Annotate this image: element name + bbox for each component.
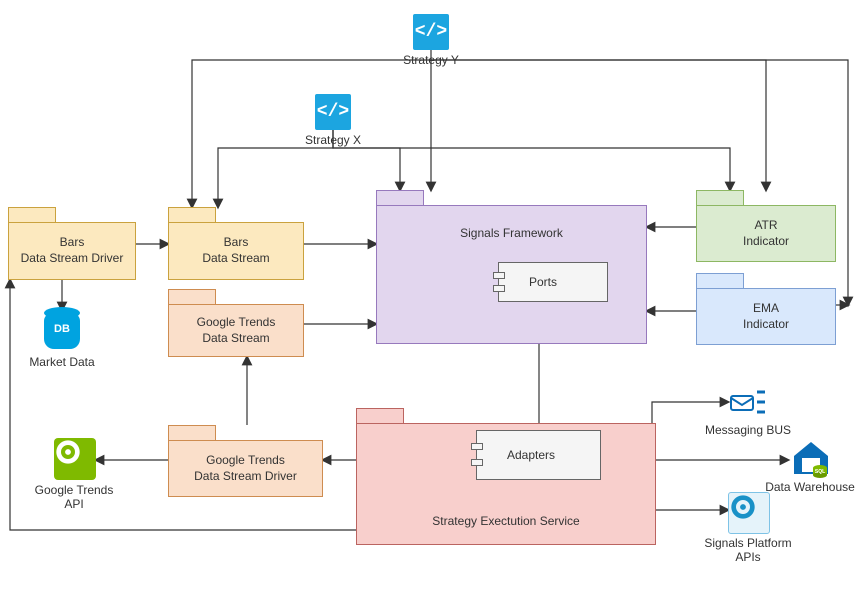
- atr-folder: ATR Indicator: [696, 190, 836, 262]
- gt-stream-folder: Google Trends Data Stream: [168, 289, 304, 357]
- code-icon: </>: [315, 94, 351, 130]
- api-icon: [54, 438, 96, 480]
- svg-text:SQL: SQL: [815, 469, 825, 475]
- gt-api-label: Google Trends API: [14, 483, 134, 511]
- adapters-label: Adapters: [507, 448, 555, 462]
- bars-driver-folder: Bars Data Stream Driver: [8, 207, 136, 280]
- market-data-label: Market Data: [2, 355, 122, 369]
- api-icon: [728, 492, 770, 534]
- gt-driver-folder: Google Trends Data Stream Driver: [168, 425, 323, 497]
- strategy-y-label: Strategy Y: [371, 53, 491, 67]
- bars-stream-folder: Bars Data Stream: [168, 207, 304, 280]
- ema-folder: EMA Indicator: [696, 273, 836, 345]
- strategy-x-label: Strategy X: [273, 133, 393, 147]
- messaging-icon: [728, 382, 770, 424]
- ports-label: Ports: [529, 275, 557, 289]
- msg-bus-label: Messaging BUS: [688, 423, 808, 437]
- adapters-component: Adapters: [476, 430, 601, 480]
- ports-component: Ports: [498, 262, 608, 302]
- sp-api-label: Signals Platform APIs: [688, 536, 808, 564]
- code-icon: </>: [413, 14, 449, 50]
- database-icon: DB: [44, 313, 80, 353]
- diagram-canvas: </> Strategy Y </> Strategy X Bars Data …: [0, 0, 868, 591]
- warehouse-icon: SQL: [790, 436, 832, 478]
